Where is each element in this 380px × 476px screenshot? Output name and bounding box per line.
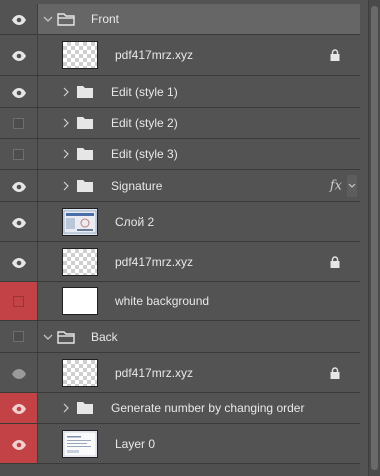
layer-name[interactable]: pdf417mrz.xyz xyxy=(115,255,193,269)
visibility-off-box xyxy=(13,148,24,160)
layer-thumbnail xyxy=(62,207,98,236)
chevron-right-icon[interactable] xyxy=(60,86,72,98)
layer-thumbnail xyxy=(62,287,98,315)
layer-thumbnail xyxy=(62,358,98,387)
lock-icon xyxy=(330,255,340,268)
folder-icon xyxy=(76,179,94,193)
layer-row-layer-0[interactable]: Layer 0 xyxy=(0,424,360,464)
layer-name[interactable]: Edit (style 1) xyxy=(111,85,178,99)
layer-row-sloy-2[interactable]: Слой 2 xyxy=(0,202,360,242)
layers-panel: Front pdf417mrz.xyz Edit (style 1) Edit … xyxy=(0,0,368,476)
layer-row-back[interactable]: Back xyxy=(0,321,360,353)
eye-icon xyxy=(11,217,26,228)
eye-icon xyxy=(11,181,26,192)
eye-icon xyxy=(11,368,26,379)
layer-row-pdf417mrz-3[interactable]: pdf417mrz.xyz xyxy=(0,353,360,393)
eye-icon xyxy=(11,14,26,25)
visibility-toggle[interactable] xyxy=(0,242,38,281)
layer-name[interactable]: pdf417mrz.xyz xyxy=(115,48,193,62)
visibility-toggle[interactable] xyxy=(0,393,38,423)
card-image-icon xyxy=(63,210,97,233)
layer-row-generate-number[interactable]: Generate number by changing order xyxy=(0,393,360,424)
layer-row-pdf417mrz-2[interactable]: pdf417mrz.xyz xyxy=(0,242,360,282)
folder-icon xyxy=(76,147,94,161)
visibility-toggle[interactable] xyxy=(0,76,38,107)
layer-name[interactable]: Generate number by changing order xyxy=(111,401,304,415)
folder-icon xyxy=(76,116,94,130)
folder-open-icon xyxy=(57,330,75,344)
layer-row-edit-style-3[interactable]: Edit (style 3) xyxy=(0,139,360,170)
chevron-down-icon[interactable] xyxy=(42,331,54,343)
chevron-down-icon xyxy=(348,183,356,188)
layer-effects-icon[interactable]: fx xyxy=(330,178,342,193)
lock-icon xyxy=(330,366,340,379)
layer-row-edit-style-2[interactable]: Edit (style 2) xyxy=(0,108,360,139)
layer-name[interactable]: Edit (style 2) xyxy=(111,116,178,130)
eye-icon xyxy=(11,403,26,414)
visibility-off-box xyxy=(13,331,24,342)
layer-thumbnail xyxy=(62,429,98,458)
vertical-scrollbar[interactable] xyxy=(368,0,380,476)
visibility-toggle[interactable] xyxy=(0,424,38,463)
layer-name[interactable]: Layer 0 xyxy=(115,437,155,451)
visibility-toggle[interactable] xyxy=(0,202,38,241)
visibility-toggle[interactable] xyxy=(0,4,38,34)
visibility-off-box xyxy=(13,117,24,129)
visibility-toggle[interactable] xyxy=(0,35,38,75)
layer-name[interactable]: Signature xyxy=(111,179,162,193)
chevron-right-icon[interactable] xyxy=(60,117,72,129)
eye-icon xyxy=(11,87,26,98)
panel-footer-strip xyxy=(0,464,360,476)
scrollbar-thumb[interactable] xyxy=(371,6,378,470)
effects-expand-button[interactable] xyxy=(347,174,357,197)
chevron-down-icon[interactable] xyxy=(42,13,54,25)
lock-icon xyxy=(330,49,340,61)
chevron-right-icon[interactable] xyxy=(60,180,72,192)
folder-icon xyxy=(76,85,94,99)
layer-row-pdf417mrz-1[interactable]: pdf417mrz.xyz xyxy=(0,35,360,76)
chevron-right-icon[interactable] xyxy=(60,402,72,414)
layer-name[interactable]: Edit (style 3) xyxy=(111,147,178,161)
layer-thumbnail xyxy=(62,247,98,276)
visibility-toggle[interactable] xyxy=(0,139,38,169)
layer-row-white-background[interactable]: white background xyxy=(0,282,360,321)
layer-name[interactable]: Front xyxy=(91,12,119,26)
visibility-toggle[interactable] xyxy=(0,321,38,352)
visibility-off-box xyxy=(13,295,24,307)
eye-icon xyxy=(11,257,26,268)
eye-icon xyxy=(11,439,26,450)
folder-icon xyxy=(76,401,94,415)
layer-row-signature[interactable]: Signature fx xyxy=(0,170,360,202)
visibility-toggle[interactable] xyxy=(0,108,38,138)
visibility-toggle[interactable] xyxy=(0,282,38,320)
layer-name[interactable]: pdf417mrz.xyz xyxy=(115,366,193,380)
visibility-toggle[interactable] xyxy=(0,170,38,201)
folder-open-icon xyxy=(57,12,75,26)
layer-name[interactable]: white background xyxy=(115,294,209,308)
layer-name[interactable]: Слой 2 xyxy=(115,215,154,229)
layer-row-front[interactable]: Front xyxy=(0,4,360,35)
layer-row-edit-style-1[interactable]: Edit (style 1) xyxy=(0,76,360,108)
document-image-icon xyxy=(63,431,97,456)
layer-name[interactable]: Back xyxy=(91,330,118,344)
eye-icon xyxy=(11,50,26,61)
layer-thumbnail xyxy=(62,41,98,69)
visibility-toggle[interactable] xyxy=(0,353,38,392)
chevron-right-icon[interactable] xyxy=(60,148,72,160)
